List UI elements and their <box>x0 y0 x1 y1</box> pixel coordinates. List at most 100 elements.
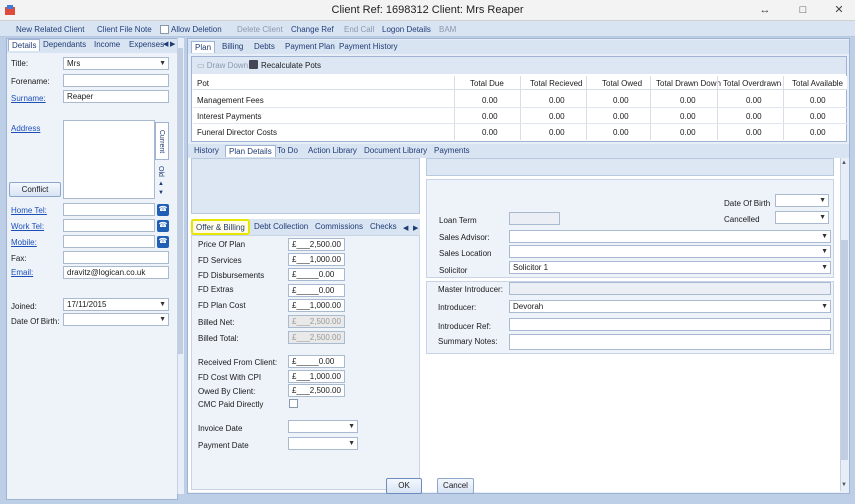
sales-location-select[interactable]: ▼ <box>509 245 831 258</box>
tab-payments[interactable]: Payments <box>431 145 473 157</box>
home-tel-input[interactable] <box>63 203 155 216</box>
tab-details[interactable]: Details <box>8 39 41 51</box>
forename-input[interactable] <box>63 74 169 87</box>
ok-button[interactable]: OK <box>386 478 422 494</box>
address-old-tab[interactable]: Old <box>157 166 164 177</box>
draw-down-icon: ▭ <box>197 61 207 70</box>
plan-details-scrollbar-thumb[interactable] <box>841 240 848 460</box>
fd-plan-cost-input[interactable]: £___1,000.00 <box>288 299 345 312</box>
close-button[interactable]: ✕ <box>826 2 852 18</box>
price-of-plan-input[interactable]: £___2,500.00 <box>288 238 345 251</box>
cancelled-picker[interactable]: ▼ <box>775 211 829 224</box>
sales-advisor-select[interactable]: ▼ <box>509 230 831 243</box>
conflict-button[interactable]: Conflict <box>9 182 61 197</box>
col-total-recieved[interactable]: Total Recieved <box>530 79 582 88</box>
billed-total-label: Billed Total: <box>198 334 239 343</box>
draw-down-button[interactable]: ▭ Draw Down <box>197 61 248 70</box>
fd-disbursements-input[interactable]: £_____0.00 <box>288 268 345 281</box>
introducer-ref-input[interactable] <box>509 318 831 331</box>
maximize-button[interactable]: □ <box>790 2 816 18</box>
col-total-owed[interactable]: Total Owed <box>602 79 642 88</box>
chevron-down-icon: ▼ <box>821 303 828 310</box>
tab-scroll-left-icon[interactable]: ◀ <box>163 40 168 48</box>
dob-date-picker[interactable]: ▼ <box>63 313 169 326</box>
loan-term-input[interactable] <box>509 212 560 225</box>
owed-by-client-input[interactable]: £___2,500.00 <box>288 384 345 397</box>
tab-action-library[interactable]: Action Library <box>305 145 360 157</box>
cell-value: 0.00 <box>482 128 498 137</box>
tab-payment-plan[interactable]: Payment Plan <box>282 41 338 53</box>
fd-extras-input[interactable]: £_____0.00 <box>288 284 345 297</box>
tab-income[interactable]: Income <box>91 39 123 51</box>
title-select[interactable]: Mrs ▼ <box>63 57 169 70</box>
tab-expenses[interactable]: Expenses <box>126 39 167 51</box>
delete-client-button[interactable]: Delete Client <box>237 25 283 34</box>
tab-document-library[interactable]: Document Library <box>361 145 430 157</box>
client-file-note-button[interactable]: Client File Note <box>97 25 152 34</box>
new-related-client-button[interactable]: New Related Client <box>16 25 84 34</box>
cancel-button[interactable]: Cancel <box>437 478 474 494</box>
address-down-icon[interactable]: ▼ <box>158 190 164 196</box>
tab-debts[interactable]: Debts <box>251 41 278 53</box>
scroll-up-icon[interactable]: ▲ <box>841 160 847 166</box>
tab-checks[interactable]: Checks <box>367 221 400 233</box>
end-call-button[interactable]: End Call <box>344 25 374 34</box>
tab-plan-details[interactable]: Plan Details <box>225 145 276 157</box>
phone-icon[interactable]: ☎ <box>157 236 169 248</box>
bam-button[interactable]: BAM <box>439 25 456 34</box>
received-from-client-input[interactable]: £_____0.00 <box>288 355 345 368</box>
tab-payment-history[interactable]: Payment History <box>336 41 401 53</box>
solicitor-select[interactable]: Solicitor 1 ▼ <box>509 261 831 274</box>
fd-cost-cpi-input[interactable]: £___1,000.00 <box>288 370 345 383</box>
chevron-down-icon: ▼ <box>159 301 166 308</box>
introducer-select[interactable]: Devorah ▼ <box>509 300 831 313</box>
tab-to-do[interactable]: To Do <box>274 145 301 157</box>
mobile-input[interactable] <box>63 235 155 248</box>
tab-commissions[interactable]: Commissions <box>312 221 366 233</box>
work-tel-link[interactable]: Work Tel: <box>11 222 44 231</box>
tab-history[interactable]: History <box>191 145 222 157</box>
tab-scroll-right-icon[interactable]: ▶ <box>170 40 175 48</box>
col-total-due[interactable]: Total Due <box>470 79 504 88</box>
joined-date-picker[interactable]: 17/11/2015 ▼ <box>63 298 169 311</box>
address-up-icon[interactable]: ▲ <box>158 181 164 187</box>
billed-net-label: Billed Net: <box>198 318 235 327</box>
left-scrollbar-thumb[interactable] <box>178 48 183 354</box>
phone-icon[interactable]: ☎ <box>157 220 169 232</box>
tab-offer-billing[interactable]: Offer & Billing <box>191 219 250 235</box>
plan-dob-picker[interactable]: ▼ <box>775 194 829 207</box>
phone-icon[interactable]: ☎ <box>157 204 169 216</box>
home-tel-link[interactable]: Home Tel: <box>11 206 47 215</box>
col-pot[interactable]: Pot <box>197 79 209 88</box>
summary-notes-input[interactable] <box>509 334 831 350</box>
invoice-date-picker[interactable]: ▼ <box>288 420 358 433</box>
email-link[interactable]: Email: <box>11 268 33 277</box>
tab-debt-collection[interactable]: Debt Collection <box>251 221 311 233</box>
col-total-drawn-down[interactable]: Total Drawn Down <box>656 79 721 88</box>
resize-button[interactable]: ↔ <box>752 2 778 18</box>
address-textarea[interactable] <box>63 120 155 199</box>
col-total-overdrawn[interactable]: Total Overdrawn <box>723 79 781 88</box>
email-input[interactable]: dravitz@logican.co.uk <box>63 266 169 279</box>
tab-billing[interactable]: Billing <box>219 41 246 53</box>
fd-services-input[interactable]: £___1,000.00 <box>288 253 345 266</box>
subtab-scroll-right-icon[interactable]: ▶ <box>413 224 418 232</box>
surname-input[interactable]: Reaper <box>63 90 169 103</box>
surname-link[interactable]: Surname: <box>11 94 46 103</box>
tab-plan[interactable]: Plan <box>191 41 216 53</box>
tab-dependants[interactable]: Dependants <box>40 39 89 51</box>
change-ref-button[interactable]: Change Ref <box>291 25 334 34</box>
mobile-link[interactable]: Mobile: <box>11 238 37 247</box>
address-link[interactable]: Address <box>11 124 40 133</box>
cell-pot: Funeral Director Costs <box>197 128 278 137</box>
recalculate-pots-button[interactable]: Recalculate Pots <box>261 61 321 70</box>
fax-input[interactable] <box>63 251 169 264</box>
subtab-scroll-left-icon[interactable]: ◀ <box>403 224 408 232</box>
scroll-down-icon[interactable]: ▼ <box>841 482 847 488</box>
logon-details-button[interactable]: Logon Details <box>382 25 431 34</box>
cmc-paid-directly-checkbox[interactable] <box>289 399 298 408</box>
allow-deletion-checkbox[interactable] <box>160 25 169 34</box>
payment-date-picker[interactable]: ▼ <box>288 437 358 450</box>
col-total-available[interactable]: Total Available <box>792 79 843 88</box>
work-tel-input[interactable] <box>63 219 155 232</box>
